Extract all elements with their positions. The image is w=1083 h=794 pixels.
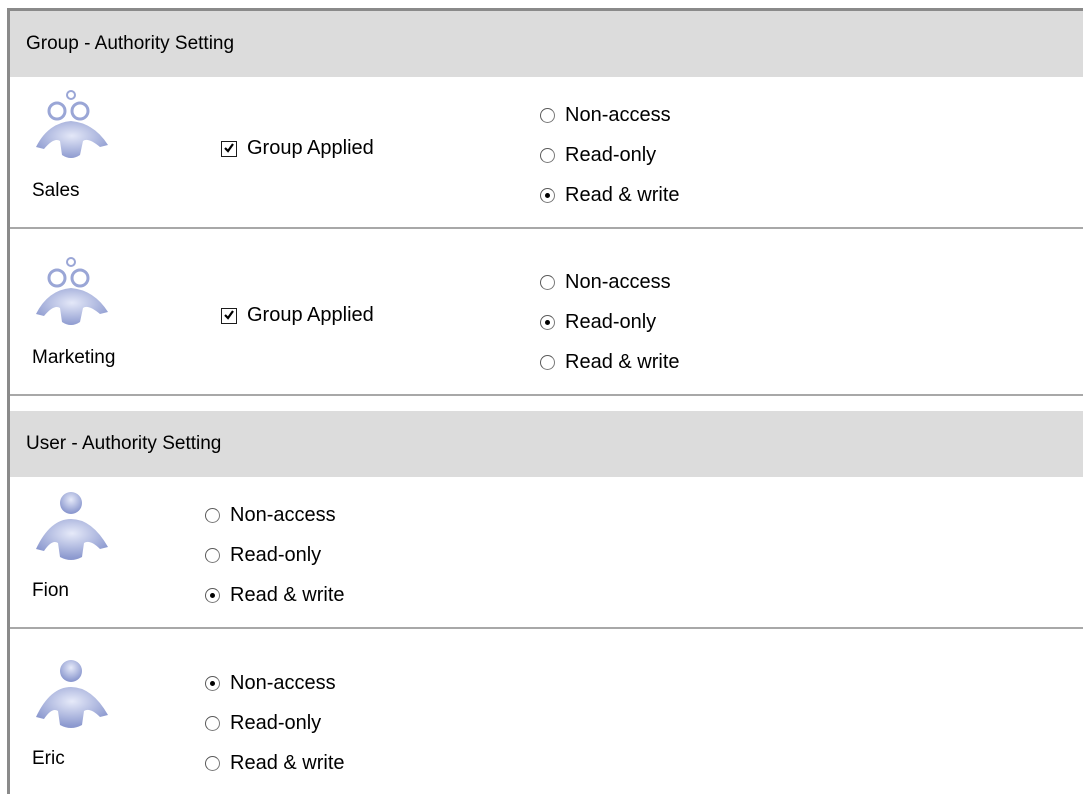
group-users-icon [36, 257, 108, 325]
radio-button[interactable] [205, 507, 220, 523]
access-radio-group-fion: Non-access Read-only Read & write [205, 495, 345, 615]
radio-label: Read & write [230, 583, 345, 606]
radio-button[interactable] [205, 587, 220, 603]
radio-button[interactable] [540, 274, 555, 290]
user-icon [36, 660, 108, 728]
row-divider [10, 227, 1083, 229]
radio-label: Read & write [565, 350, 680, 373]
group-applied-checkbox-sales[interactable]: Group Applied [221, 137, 374, 160]
group-row-sales: Sales Group Applied Non-access Read-only… [10, 77, 1083, 227]
radio-option-read-write[interactable]: Read & write [540, 342, 680, 382]
group-name-label: Marketing [32, 347, 116, 368]
user-authority-header: User - Authority Setting [10, 411, 1083, 477]
radio-option-read-write[interactable]: Read & write [205, 575, 345, 615]
radio-option-read-only[interactable]: Read-only [540, 302, 680, 342]
user-name-label: Eric [32, 748, 65, 769]
user-row-eric: Eric Non-access Read-only Read & write [10, 645, 1083, 794]
radio-option-non-access[interactable]: Non-access [205, 663, 345, 703]
checkbox-icon[interactable] [221, 307, 237, 324]
radio-option-read-write[interactable]: Read & write [540, 175, 680, 215]
radio-option-read-write[interactable]: Read & write [205, 743, 345, 783]
access-radio-group-marketing: Non-access Read-only Read & write [540, 262, 680, 382]
radio-label: Read-only [230, 711, 322, 734]
radio-option-non-access[interactable]: Non-access [540, 262, 680, 302]
group-users-icon [36, 90, 108, 158]
access-radio-group-sales: Non-access Read-only Read & write [540, 95, 680, 215]
radio-button[interactable] [540, 187, 555, 203]
radio-label: Non-access [565, 270, 671, 293]
authority-settings-panel: Group - Authority Setting Sales Group Ap… [7, 8, 1083, 794]
group-authority-header: Group - Authority Setting [10, 11, 1083, 77]
access-radio-group-eric: Non-access Read-only Read & write [205, 663, 345, 783]
radio-button[interactable] [540, 147, 555, 163]
row-divider [10, 627, 1083, 629]
group-applied-label: Group Applied [247, 137, 374, 159]
radio-label: Non-access [230, 671, 336, 694]
radio-label: Read-only [230, 543, 322, 566]
radio-label: Read & write [565, 183, 680, 206]
radio-button[interactable] [540, 354, 555, 370]
user-name-label: Fion [32, 580, 69, 601]
user-row-fion: Fion Non-access Read-only Read & write [10, 477, 1083, 627]
user-authority-title: User - Authority Setting [26, 433, 222, 454]
radio-label: Non-access [565, 103, 671, 126]
radio-label: Read & write [230, 751, 345, 774]
radio-option-read-only[interactable]: Read-only [205, 535, 345, 575]
group-name-label: Sales [32, 180, 80, 201]
radio-option-read-only[interactable]: Read-only [540, 135, 680, 175]
group-applied-label: Group Applied [247, 304, 374, 326]
radio-option-read-only[interactable]: Read-only [205, 703, 345, 743]
checkbox-icon[interactable] [221, 140, 237, 157]
row-divider [10, 394, 1083, 396]
radio-label: Read-only [565, 310, 657, 333]
group-row-marketing: Marketing Group Applied Non-access Read-… [10, 244, 1083, 394]
radio-label: Non-access [230, 503, 336, 526]
user-icon [36, 492, 108, 560]
group-applied-checkbox-marketing[interactable]: Group Applied [221, 304, 374, 327]
group-authority-title: Group - Authority Setting [26, 33, 235, 54]
radio-button[interactable] [205, 675, 220, 691]
radio-label: Read-only [565, 143, 657, 166]
radio-button[interactable] [205, 547, 220, 563]
radio-option-non-access[interactable]: Non-access [540, 95, 680, 135]
radio-button[interactable] [205, 755, 220, 771]
radio-option-non-access[interactable]: Non-access [205, 495, 345, 535]
radio-button[interactable] [540, 107, 555, 123]
radio-button[interactable] [540, 314, 555, 330]
radio-button[interactable] [205, 715, 220, 731]
